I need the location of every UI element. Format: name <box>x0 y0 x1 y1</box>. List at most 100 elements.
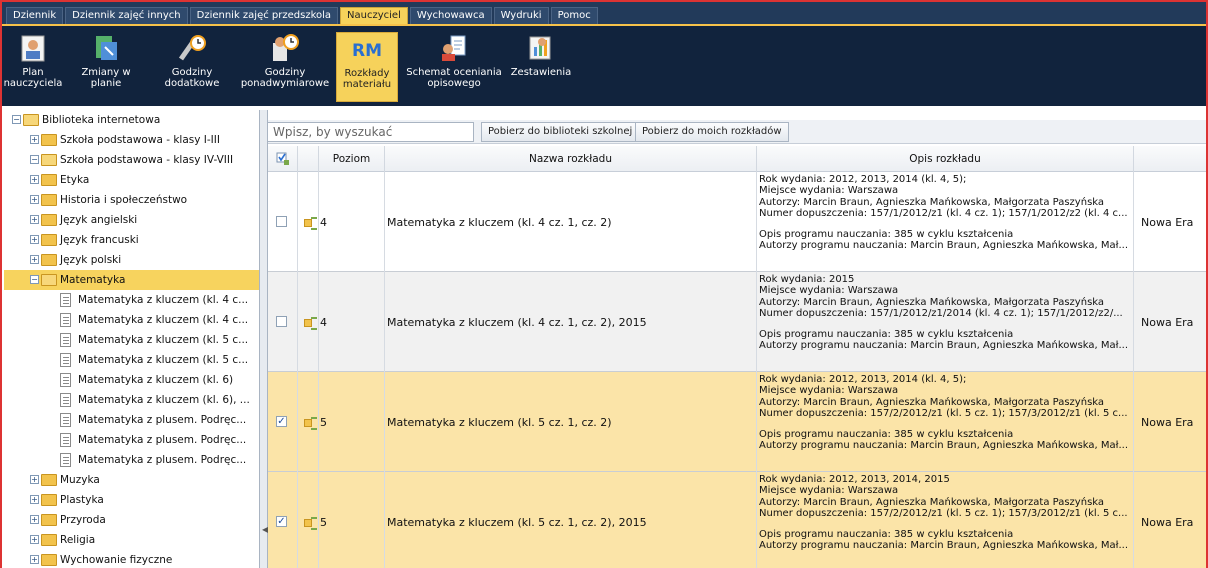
download-to-school-library-button[interactable]: Pobierz do biblioteki szkolnej <box>481 122 640 142</box>
opis-line: Autorzy: Marcin Braun, Agnieszka Mańkows… <box>759 296 1105 308</box>
select-all-header[interactable] <box>268 146 298 172</box>
tree-node-label: Matematyka z plusem. Podręc... <box>78 454 247 466</box>
panel-splitter[interactable]: ◀ <box>260 110 268 568</box>
tree-node[interactable]: + Religia <box>4 530 259 550</box>
menu-tab-2[interactable]: Dziennik zajęć przedszkola <box>189 7 339 24</box>
menu-tab-1[interactable]: Dziennik zajęć innych <box>65 7 188 24</box>
collapse-icon[interactable]: − <box>30 155 39 164</box>
table-row[interactable]: ✓ 5 Matematyka z kluczem (kl. 5 cz. 1, cz.… <box>268 372 1206 472</box>
schedules-grid: Poziom Nazwa rozkładu Opis rozkładu 4 Mat… <box>268 146 1206 568</box>
tree-node[interactable]: − Matematyka <box>4 270 259 290</box>
table-row[interactable]: 4 Matematyka z kluczem (kl. 4 cz. 1, cz. … <box>268 272 1206 372</box>
ribbon-button-label: Godziny ponadwymiarowe <box>240 67 330 89</box>
tree-node[interactable]: Matematyka z kluczem (kl. 6), ... <box>4 390 259 410</box>
ribbon-button-teacher-plan[interactable]: Plan nauczyciela <box>4 32 62 102</box>
tree-node[interactable]: Matematyka z kluczem (kl. 5 c... <box>4 350 259 370</box>
row-checkbox[interactable]: ✓ <box>276 416 287 427</box>
tree-node[interactable]: Matematyka z kluczem (kl. 5 c... <box>4 330 259 350</box>
opis-line: Miejsce wydania: Warszawa <box>759 285 899 297</box>
table-row[interactable]: ✓ 5 Matematyka z kluczem (kl. 5 cz. 1, cz.… <box>268 472 1206 568</box>
expand-icon[interactable]: + <box>30 555 39 564</box>
download-to-my-schedules-button[interactable]: Pobierz do moich rozkładów <box>635 122 789 142</box>
menu-tab-4[interactable]: Wychowawca <box>409 7 492 24</box>
tree-node[interactable]: + Język polski <box>4 250 259 270</box>
cell-opis-rozkladu: Rok wydania: 2012, 2013, 2014 (kl. 4, 5)… <box>759 374 1134 452</box>
opis-line: Autorzy programu nauczania: Marcin Braun… <box>759 340 1129 352</box>
tree-node[interactable]: + Etyka <box>4 170 259 190</box>
tree-node[interactable]: Matematyka z plusem. Podręc... <box>4 430 259 450</box>
expand-icon[interactable]: + <box>30 515 39 524</box>
opis-line: Autorzy: Marcin Braun, Agnieszka Mańkows… <box>759 196 1105 208</box>
tree-node-label: Matematyka z plusem. Podręc... <box>78 434 247 446</box>
tree-node[interactable]: + Język angielski <box>4 210 259 230</box>
header-opis-rozkladu[interactable]: Opis rozkładu <box>757 146 1134 172</box>
row-checkbox[interactable]: ✓ <box>276 516 287 527</box>
cell-poziom: 5 <box>320 516 327 529</box>
tree-node[interactable]: Matematyka z kluczem (kl. 4 c... <box>4 310 259 330</box>
tree-node-label: Szkoła podstawowa - klasy I-III <box>60 134 220 146</box>
tree-node[interactable]: + Muzyka <box>4 470 259 490</box>
header-nazwa-rozkladu[interactable]: Nazwa rozkładu <box>385 146 757 172</box>
tree-node-label: Matematyka z kluczem (kl. 6) <box>78 374 234 386</box>
expand-icon[interactable]: + <box>30 175 39 184</box>
expand-icon[interactable]: + <box>30 475 39 484</box>
expand-icon[interactable]: + <box>30 135 39 144</box>
header-poziom[interactable]: Poziom <box>319 146 385 172</box>
tree-node[interactable]: + Wychowanie fizyczne <box>4 550 259 568</box>
menu-tab-6[interactable]: Pomoc <box>550 7 598 24</box>
ribbon-button-overtime-hours[interactable]: Godziny ponadwymiarowe <box>234 32 336 102</box>
menu-tab-3[interactable]: Nauczyciel <box>340 7 408 24</box>
opis-line: Opis programu nauczania: 385 w cyklu ksz… <box>759 229 1014 241</box>
tree-node[interactable]: Matematyka z kluczem (kl. 6) <box>4 370 259 390</box>
grid-cell-divider <box>319 172 385 272</box>
search-input[interactable] <box>268 122 474 142</box>
ribbon-button-plan-changes[interactable]: Zmiany w planie <box>78 32 134 102</box>
row-checkbox[interactable] <box>276 216 287 227</box>
ribbon-button-extra-hours[interactable]: Godziny dodatkowe <box>164 32 220 102</box>
tree-node[interactable]: + Język francuski <box>4 230 259 250</box>
tree-node[interactable]: + Szkoła podstawowa - klasy I-III <box>4 130 259 150</box>
opis-line: Opis programu nauczania: 385 w cyklu ksz… <box>759 429 1014 441</box>
tree-node[interactable]: − Szkoła podstawowa - klasy IV-VIII <box>4 150 259 170</box>
tree-node[interactable]: Matematyka z plusem. Podręc... <box>4 410 259 430</box>
opis-line: Numer dopuszczenia: 157/2/2012/z1 (kl. 5… <box>759 407 1128 419</box>
opis-line: Numer dopuszczenia: 157/1/2012/z1/2014 (… <box>759 307 1123 319</box>
expand-icon[interactable]: + <box>30 495 39 504</box>
folder-icon <box>41 514 57 526</box>
tree-node-label: Matematyka <box>60 274 126 286</box>
ribbon-button-reports[interactable]: Zestawienia <box>510 32 572 102</box>
tree-node-label: Matematyka z plusem. Podręc... <box>78 414 247 426</box>
extra-hours-icon <box>175 32 209 64</box>
cell-opis-rozkladu: Rok wydania: 2012, 2013, 2014, 2015 Miejs… <box>759 474 1134 552</box>
ribbon-button-rm[interactable]: RM Rozkłady materiału <box>336 32 398 102</box>
ribbon-button-label: Rozkłady materiału <box>342 68 392 90</box>
tree-node[interactable]: − Biblioteka internetowa <box>4 110 259 130</box>
tree-node[interactable]: Matematyka z kluczem (kl. 4 c... <box>4 290 259 310</box>
row-checkbox[interactable] <box>276 316 287 327</box>
tree-node[interactable]: + Przyroda <box>4 510 259 530</box>
expand-icon[interactable]: + <box>30 535 39 544</box>
select-all-icon[interactable] <box>276 152 290 166</box>
collapse-icon[interactable]: − <box>12 115 21 124</box>
folder-icon <box>41 254 57 266</box>
ribbon-button-grading-scheme[interactable]: Schemat oceniania opisowego <box>404 32 504 102</box>
opis-line: Rok wydania: 2012, 2013, 2014, 2015 <box>759 474 950 485</box>
expand-icon[interactable]: + <box>30 215 39 224</box>
tree-node[interactable]: Matematyka z plusem. Podręc... <box>4 450 259 470</box>
menu-tab-0[interactable]: Dziennik <box>6 7 64 24</box>
expand-icon[interactable]: + <box>30 255 39 264</box>
opis-line: Miejsce wydania: Warszawa <box>759 385 899 397</box>
header-wydawnictwo[interactable] <box>1134 146 1206 172</box>
collapse-icon[interactable]: − <box>30 275 39 284</box>
teacher-plan-icon <box>16 32 50 64</box>
ribbon-button-label: Plan nauczyciela <box>3 67 63 89</box>
table-row[interactable]: 4 Matematyka z kluczem (kl. 4 cz. 1, cz. … <box>268 172 1206 272</box>
tree-node[interactable]: + Plastyka <box>4 490 259 510</box>
tree-node-label: Język angielski <box>60 214 138 226</box>
expand-icon[interactable]: + <box>30 195 39 204</box>
menu-tab-5[interactable]: Wydruki <box>493 7 549 24</box>
expand-icon[interactable]: + <box>30 235 39 244</box>
tree-node-label: Muzyka <box>60 474 100 486</box>
tree-node[interactable]: + Historia i społeczeństwo <box>4 190 259 210</box>
schedules-panel: Pobierz do biblioteki szkolnej Pobierz d… <box>268 110 1206 568</box>
